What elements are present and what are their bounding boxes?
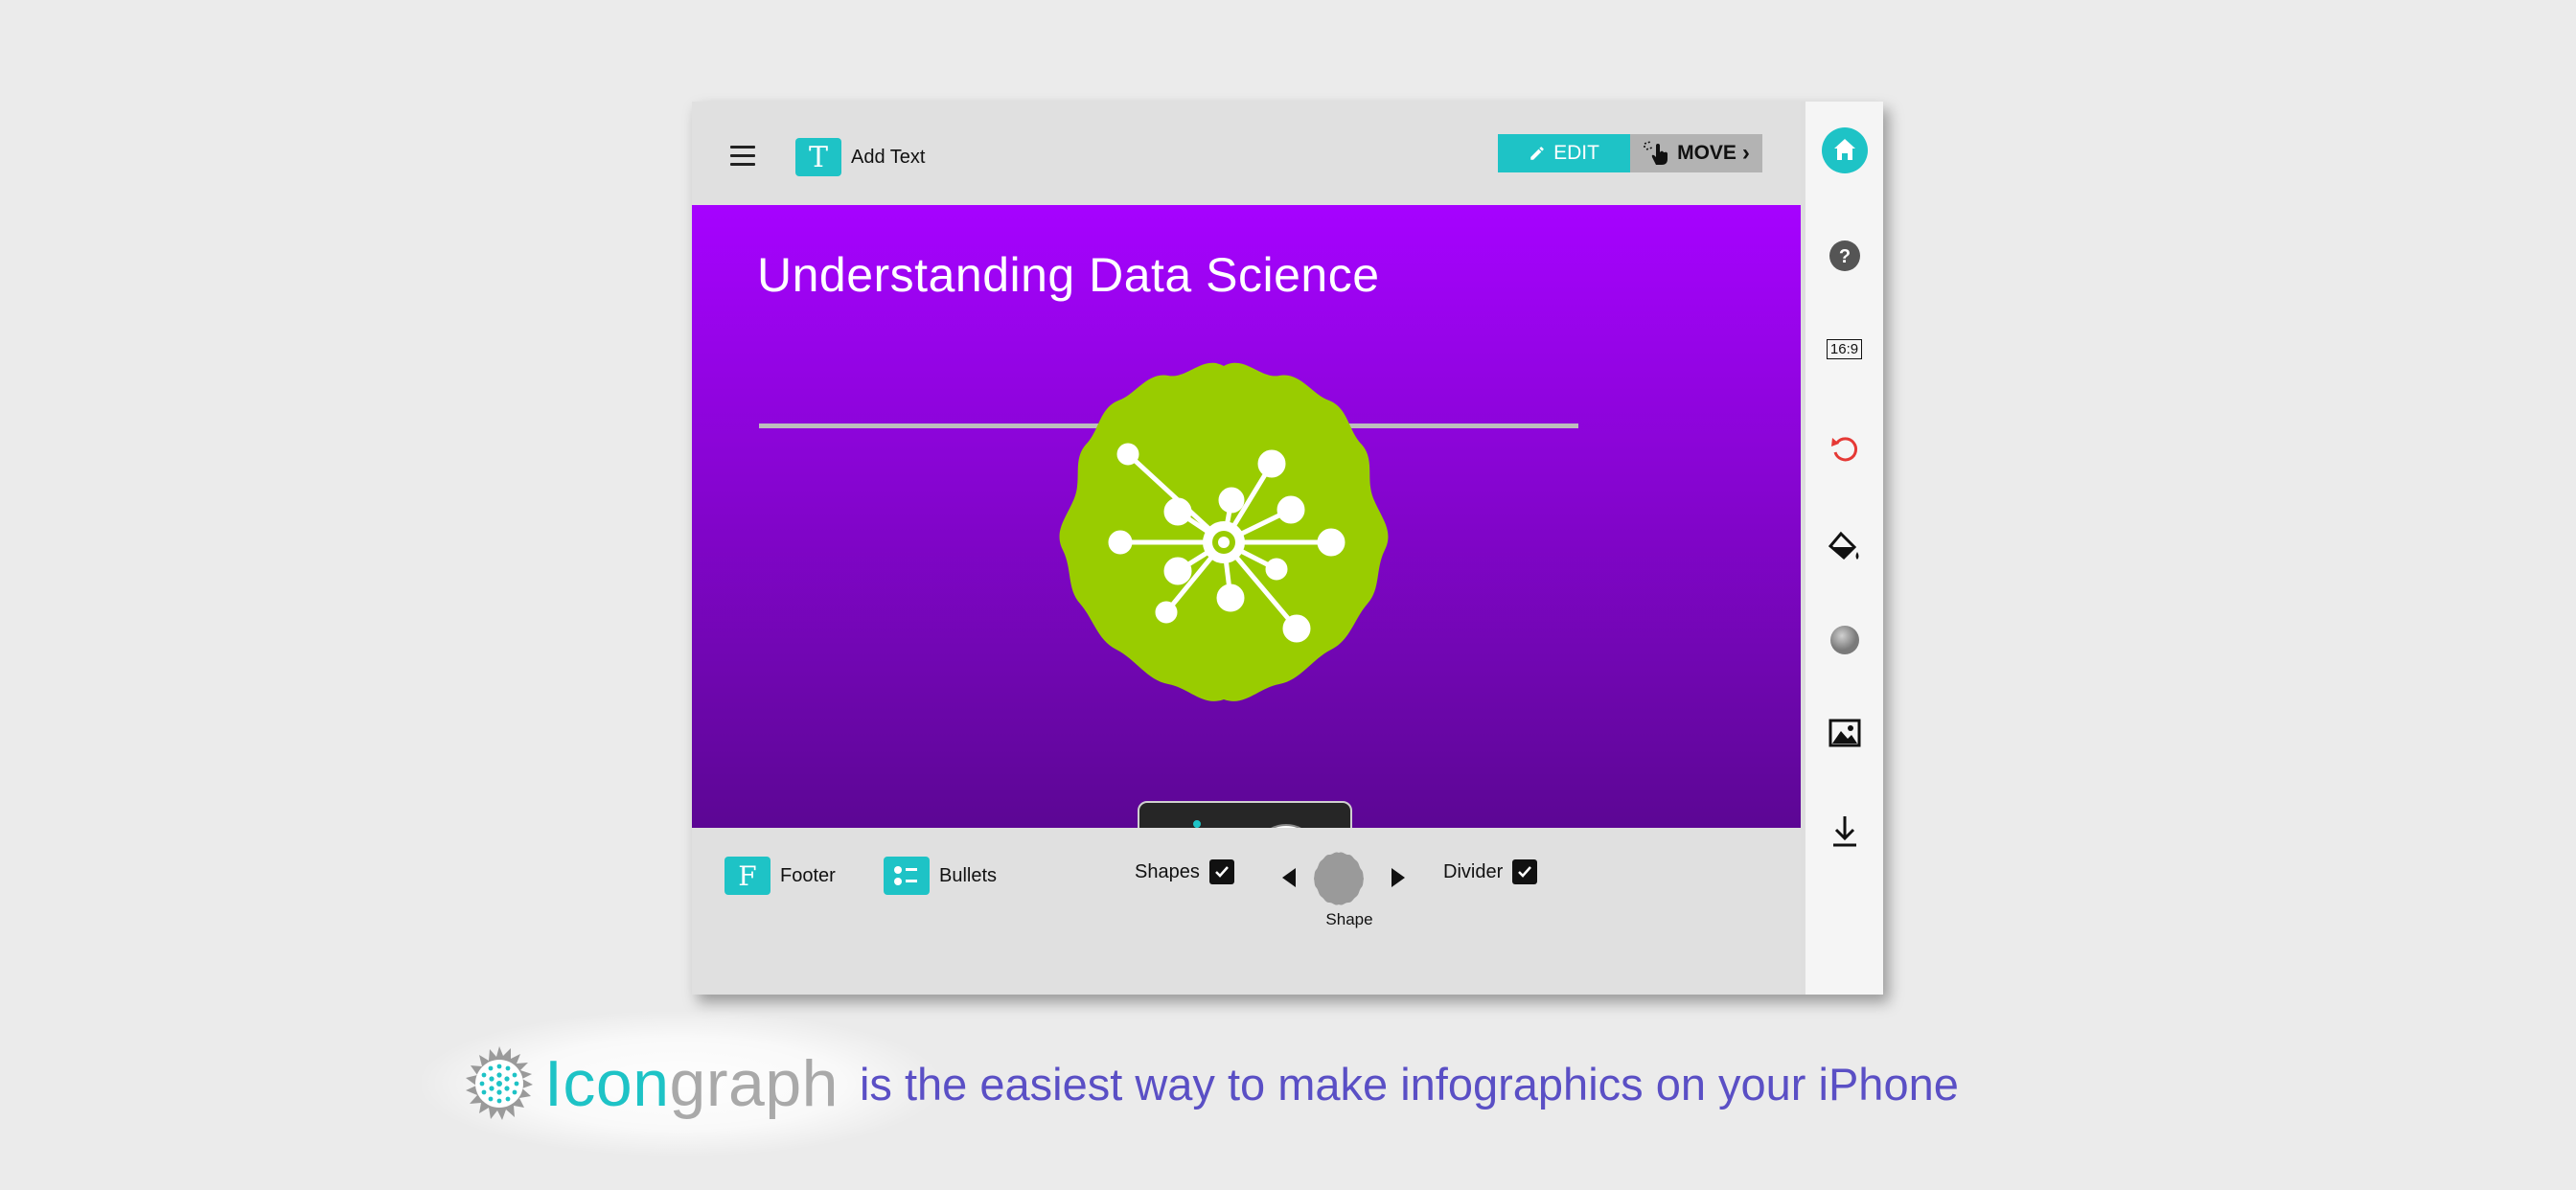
footer-button[interactable]: F Footer	[724, 857, 836, 895]
undo-button[interactable]	[1806, 433, 1883, 466]
slide-title[interactable]: Understanding Data Science	[757, 247, 1380, 303]
edit-button[interactable]: EDIT	[1498, 134, 1630, 172]
shapes-checkbox[interactable]	[1208, 859, 1234, 884]
options-bar: F Footer Bullets Shapes Shape Divider	[692, 828, 1801, 995]
next-shape-arrow-icon[interactable]	[1392, 868, 1405, 887]
move-button[interactable]: MOVE ›	[1630, 134, 1762, 172]
slogan: is the easiest way to make infographics …	[859, 1058, 1959, 1110]
network-hub-icon[interactable]	[1032, 358, 1415, 703]
color-swatch-icon	[1829, 626, 1859, 654]
bullets-icon	[884, 857, 930, 895]
home-icon	[1821, 127, 1868, 173]
shapes-toggle: Shapes	[1135, 859, 1234, 884]
image-icon	[1828, 719, 1860, 747]
network-icon[interactable]	[1157, 816, 1233, 828]
help-icon: ?	[1828, 240, 1860, 271]
color-swatch-button[interactable]	[1806, 625, 1883, 655]
shape-picker: Shape	[1282, 849, 1416, 928]
app-window: T Add Text EDIT MOVE › Understanding Dat…	[692, 102, 1883, 995]
home-button[interactable]	[1806, 126, 1883, 174]
aspect-ratio-button[interactable]: 16:9	[1806, 339, 1883, 359]
bullets-button[interactable]: Bullets	[884, 857, 997, 895]
icon-shape-selector	[1138, 801, 1352, 828]
add-text-button[interactable]: T Add Text	[795, 138, 925, 176]
image-button[interactable]	[1806, 719, 1883, 747]
add-text-label: Add Text	[851, 146, 926, 168]
brand-name: Icongraph	[544, 1046, 839, 1121]
shape-label: Shape	[1325, 910, 1373, 928]
download-button[interactable]	[1806, 814, 1883, 849]
slide-canvas[interactable]: Understanding Data Science	[692, 205, 1801, 828]
chevron-right-icon: ›	[1741, 140, 1750, 166]
bullets-label: Bullets	[939, 864, 998, 886]
tagline: Icongraph is the easiest way to make inf…	[422, 1012, 1959, 1156]
previous-shape-arrow-icon[interactable]	[1282, 868, 1296, 887]
mode-toggle: EDIT MOVE ›	[1498, 134, 1762, 172]
undo-icon	[1830, 437, 1857, 462]
move-label: MOVE	[1677, 142, 1736, 164]
paint-bucket-icon	[1828, 531, 1858, 561]
right-sidebar: ? 16:9	[1806, 102, 1883, 995]
divider-checkbox[interactable]	[1512, 859, 1538, 884]
check-icon	[1518, 866, 1532, 878]
download-icon	[1832, 816, 1856, 847]
hamburger-icon[interactable]	[730, 146, 755, 169]
footer-label: Footer	[780, 864, 836, 886]
divider-label: Divider	[1443, 860, 1504, 882]
text-icon: T	[795, 138, 841, 176]
aspect-ratio-icon: 16:9	[1826, 339, 1863, 359]
edit-label: EDIT	[1553, 142, 1599, 164]
brand-part-1: Icon	[544, 1047, 670, 1120]
hand-pointer-icon	[1644, 141, 1668, 165]
brand-part-2: graph	[669, 1047, 839, 1120]
help-button[interactable]: ?	[1806, 240, 1883, 272]
fill-color-button[interactable]	[1806, 531, 1883, 565]
pencil-icon	[1530, 147, 1544, 160]
shapes-label: Shapes	[1135, 860, 1200, 882]
icongraph-logo-icon	[466, 1046, 533, 1120]
footer-icon: F	[724, 857, 770, 895]
badge-shape-icon[interactable]	[1311, 851, 1367, 906]
divider-toggle: Divider	[1443, 859, 1538, 884]
svg-text:?: ?	[1838, 246, 1850, 267]
top-toolbar: T Add Text EDIT MOVE ›	[692, 102, 1801, 205]
check-icon	[1214, 866, 1229, 878]
